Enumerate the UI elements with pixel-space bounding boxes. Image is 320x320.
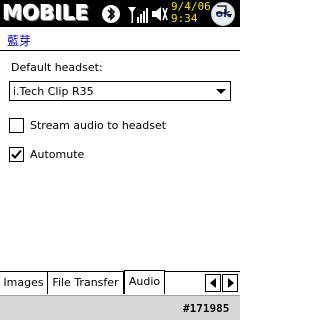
stream-audio-checkbox[interactable] xyxy=(9,118,24,133)
tab-strip: Images File Transfer Audio xyxy=(0,270,240,294)
stream-audio-option[interactable]: Stream audio to headset xyxy=(9,118,209,134)
arrow-right-icon xyxy=(228,278,234,288)
signal-icon[interactable] xyxy=(126,4,148,24)
volume-icon[interactable] xyxy=(150,4,168,24)
arrow-left-icon xyxy=(210,278,216,288)
bluetooth-connection-icon[interactable] xyxy=(100,4,122,24)
tab-images[interactable]: Images xyxy=(0,272,48,294)
default-headset-value: i.Tech Clip R35 xyxy=(13,85,94,98)
header-divider xyxy=(0,50,240,51)
default-headset-label: Default headset: xyxy=(11,61,103,74)
watermark-text: #171985 xyxy=(183,302,230,315)
page-header: 藍芽 xyxy=(0,28,240,51)
checkmark-icon xyxy=(11,149,22,159)
dropdown-arrow-icon[interactable] xyxy=(216,89,226,94)
keyboard-icon[interactable] xyxy=(214,4,234,20)
automute-label: Automute xyxy=(30,148,85,161)
automute-option[interactable]: Automute xyxy=(9,147,129,163)
clock[interactable]: 9/4/06 9:34 xyxy=(171,1,211,25)
brand-logo: MOBILE xyxy=(3,1,89,25)
default-headset-dropdown[interactable]: i.Tech Clip R35 xyxy=(9,81,231,101)
automute-checkbox[interactable] xyxy=(9,147,24,162)
tab-audio[interactable]: Audio xyxy=(124,270,165,294)
title-bar: MOBILE 9/4/06 9:34 ok xyxy=(0,0,240,27)
time-text: 9:34 xyxy=(171,12,198,25)
stream-audio-label: Stream audio to headset xyxy=(30,119,167,132)
tab-scroll-left-button[interactable] xyxy=(205,274,221,292)
tab-file-transfer[interactable]: File Transfer xyxy=(48,272,124,294)
page-title: 藍芽 xyxy=(7,34,32,48)
tab-scroll-right-button[interactable] xyxy=(222,274,238,292)
